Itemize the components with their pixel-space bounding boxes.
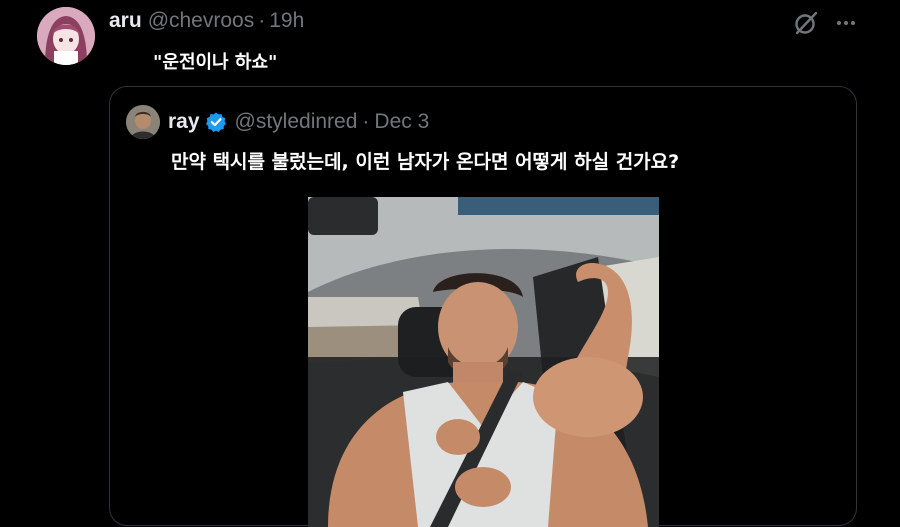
quoted-date[interactable]: Dec 3 [374, 110, 429, 134]
timestamp[interactable]: 19h [269, 9, 304, 33]
separator-dot: · [258, 9, 266, 32]
quoted-user-handle[interactable]: @styledinred [235, 110, 358, 134]
quoted-display-name[interactable]: ray [168, 110, 200, 134]
man-avatar-icon [126, 105, 160, 139]
more-icon[interactable] [832, 9, 860, 37]
user-handle[interactable]: @chevroos [148, 9, 255, 33]
quoted-tweet-text: 만약 택시를 불렀는데, 이런 남자가 온다면 어떻게 하실 건가요? [171, 151, 680, 173]
anime-girl-avatar-icon [37, 7, 95, 65]
quoted-avatar[interactable] [126, 105, 160, 139]
tweet-text: "운전이나 하쇼" [153, 52, 278, 73]
display-name[interactable]: aru [109, 9, 142, 33]
verified-badge-icon [205, 111, 227, 133]
quoted-tweet-header: ray @styledinred · Dec 3 [168, 109, 429, 135]
tweet-media-image[interactable] [308, 197, 659, 527]
photo-thumbnail [308, 197, 659, 527]
avatar[interactable] [37, 7, 95, 65]
grok-icon[interactable] [792, 9, 820, 37]
separator-dot: · [362, 110, 370, 133]
tweet-header: aru @chevroos · 19h [109, 8, 304, 34]
quoted-tweet-card[interactable]: ray @styledinred · Dec 3 만약 택시를 불렀는데, 이런… [109, 86, 857, 527]
